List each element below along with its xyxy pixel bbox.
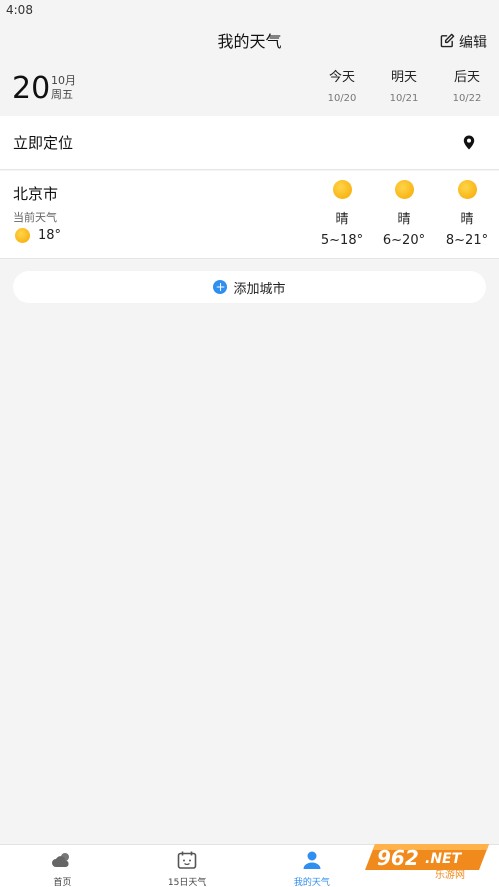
- day-date: 10/22: [452, 93, 482, 104]
- current-weather: 18°: [15, 228, 61, 243]
- date-day: 20: [12, 71, 51, 106]
- date-weekday: 周五: [51, 88, 73, 101]
- current-temp: 18°: [38, 228, 62, 243]
- status-time: 4:08: [6, 3, 33, 17]
- forecast-tomorrow: 晴 6~20°: [374, 180, 434, 248]
- nav-label: 首页: [53, 878, 72, 887]
- nav-item-15day[interactable]: 15日天气: [125, 845, 250, 887]
- day-name: 今天: [328, 70, 355, 85]
- nav-label: 我的天气: [293, 878, 330, 887]
- svg-text:.NET: .NET: [425, 851, 463, 867]
- sun-icon: [332, 180, 352, 199]
- nav-label: 15日天气: [167, 878, 207, 887]
- locate-row[interactable]: 立即定位: [0, 116, 499, 170]
- forecast-condition: 晴: [397, 212, 411, 227]
- edit-icon: [440, 33, 459, 52]
- calendar-icon: [177, 851, 197, 872]
- locate-label: 立即定位: [13, 134, 74, 152]
- edit-label: 编辑: [459, 35, 487, 51]
- date-row: 20 10月 周五 今天 10/20 明天 10/21 后天 10/22: [0, 62, 499, 116]
- watermark-logo: 962 .NET 乐游网: [361, 840, 493, 881]
- forecast-range: 6~20°: [382, 233, 426, 248]
- current-weather-label: 当前天气: [13, 211, 57, 224]
- forecast-condition: 晴: [335, 212, 349, 227]
- date-month: 10月: [51, 74, 76, 87]
- cloud-sun-icon: [51, 851, 73, 872]
- nav-item-my-weather[interactable]: 我的天气: [250, 845, 375, 887]
- day-date: 10/21: [389, 93, 419, 104]
- day-name: 后天: [453, 70, 480, 85]
- forecast-condition: 晴: [460, 212, 474, 227]
- forecast-today: 晴 5~18°: [312, 180, 372, 248]
- location-pin-icon[interactable]: [463, 135, 475, 154]
- page-title: 我的天气: [217, 32, 282, 51]
- add-city-label: 添加城市: [233, 281, 286, 297]
- day-date: 10/20: [327, 93, 357, 104]
- date-sub: 10月 周五: [51, 74, 76, 102]
- svg-text:乐游网: 乐游网: [435, 868, 465, 880]
- day-name: 明天: [390, 70, 417, 85]
- svg-text:962: 962: [377, 846, 419, 870]
- status-bar: 4:08: [0, 0, 499, 22]
- plus-icon: +: [213, 280, 228, 294]
- user-icon: [302, 851, 322, 872]
- forecast-range: 8~21°: [445, 233, 489, 248]
- city-card[interactable]: 北京市 当前天气 18° 晴 5~18° 晴 6~20° 晴 8~21°: [0, 171, 499, 259]
- add-city-button[interactable]: + 添加城市: [13, 271, 486, 303]
- header: 我的天气 编辑: [0, 22, 499, 62]
- day-header-tomorrow: 明天 10/21: [374, 68, 434, 110]
- forecast-range: 5~18°: [320, 233, 364, 248]
- forecast-after-tomorrow: 晴 8~21°: [437, 180, 497, 248]
- sun-icon: [394, 180, 414, 199]
- city-name: 北京市: [13, 185, 59, 203]
- day-header-today: 今天 10/20: [312, 68, 372, 110]
- edit-button[interactable]: 编辑: [440, 32, 487, 52]
- day-header-after-tomorrow: 后天 10/22: [437, 68, 497, 110]
- sun-icon: [457, 180, 477, 199]
- sun-icon: [15, 228, 30, 243]
- nav-item-home[interactable]: 首页: [0, 845, 125, 887]
